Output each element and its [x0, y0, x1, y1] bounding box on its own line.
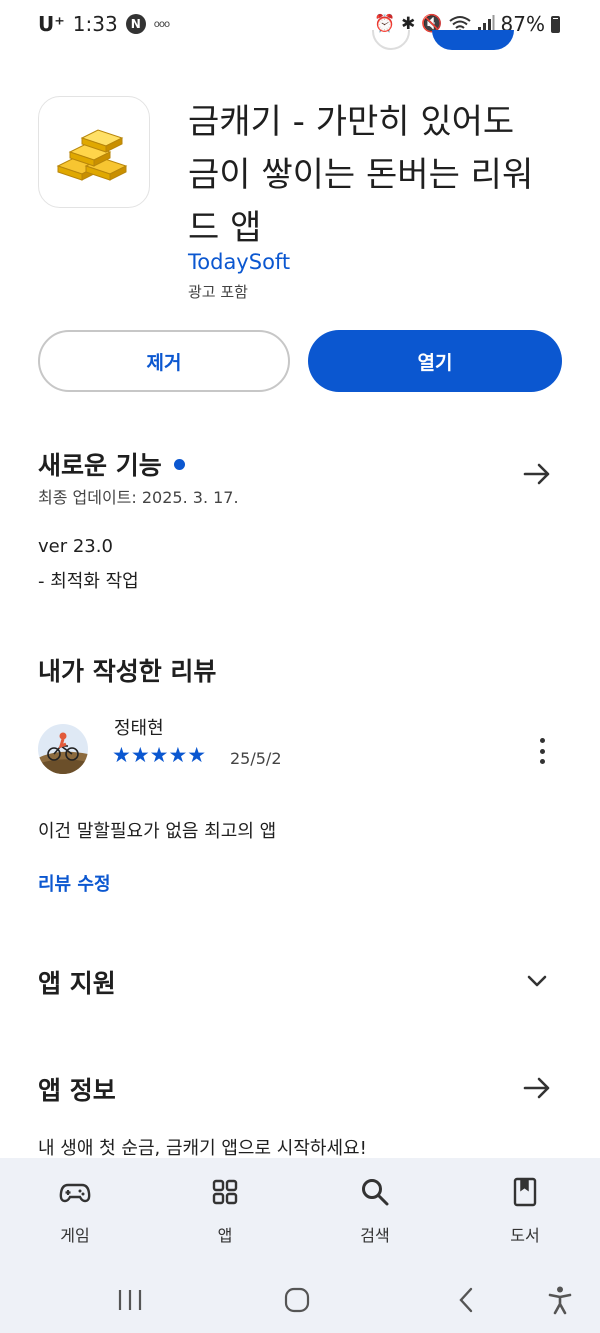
app-title-line: 드 앱: [188, 208, 262, 248]
book-icon: [513, 1177, 537, 1207]
app-support-header[interactable]: 앱 지원: [38, 964, 116, 1000]
whats-new-title: 새로운 기능: [38, 451, 162, 480]
top-toolbar-partial: [0, 30, 600, 50]
review-date: 25/5/2: [230, 749, 282, 768]
app-info-title: 앱 정보: [38, 1076, 116, 1105]
nav-item-search[interactable]: 검색: [325, 1176, 425, 1246]
review-text: 이건 말할필요가 없음 최고의 앱: [38, 821, 277, 842]
my-review-header: 내가 작성한 리뷰: [38, 652, 216, 688]
app-icon: [38, 96, 150, 208]
nav-label: 앱: [217, 1226, 233, 1245]
system-navigation-bar: [0, 1268, 600, 1333]
notification-more-icon: ooo: [153, 18, 170, 30]
open-button[interactable]: 열기: [308, 330, 562, 392]
version-text: ver 23.0: [38, 536, 113, 557]
account-avatar-partial[interactable]: [372, 30, 410, 50]
app-title-line: 금이 쌓이는 돈버는 리워: [188, 155, 534, 195]
edit-review-link[interactable]: 리뷰 수정: [38, 870, 111, 896]
nav-label: 도서: [510, 1226, 540, 1245]
contains-ads-label: 광고 포함: [188, 283, 248, 301]
cyclist-avatar-icon: [38, 724, 88, 774]
accessibility-icon[interactable]: [540, 1282, 580, 1318]
uninstall-button[interactable]: 제거: [38, 330, 290, 392]
developer-link[interactable]: TodaySoft: [188, 250, 290, 274]
nav-item-apps[interactable]: 앱: [175, 1176, 275, 1246]
nav-label: 게임: [60, 1226, 90, 1245]
chevron-down-icon[interactable]: [522, 966, 552, 996]
home-icon[interactable]: [277, 1282, 317, 1318]
app-title-line: 금캐기 - 가만히 있어도: [188, 102, 515, 142]
gold-bars-icon: [56, 129, 128, 181]
toolbar-button-partial[interactable]: [432, 30, 514, 50]
arrow-right-icon[interactable]: [522, 459, 552, 489]
reviewer-name: 정태현: [114, 718, 164, 739]
whats-new-header[interactable]: 새로운 기능: [38, 446, 185, 482]
search-icon: [362, 1179, 389, 1206]
back-icon[interactable]: [446, 1282, 486, 1318]
bottom-navigation: 게임 앱 검색 도서: [0, 1158, 600, 1268]
arrow-right-icon[interactable]: [522, 1073, 552, 1103]
more-options-icon[interactable]: [532, 736, 552, 766]
gamepad-icon: [59, 1183, 91, 1203]
star-rating: ★★★★★: [112, 743, 207, 767]
nav-item-books[interactable]: 도서: [475, 1176, 575, 1246]
nav-item-games[interactable]: 게임: [25, 1176, 125, 1246]
app-description: 내 생애 첫 순금, 금캐기 앱으로 시작하세요!: [38, 1138, 367, 1159]
nav-label: 검색: [360, 1226, 390, 1245]
new-indicator-dot: [173, 458, 185, 470]
my-review-title: 내가 작성한 리뷰: [38, 657, 217, 686]
app-support-title: 앱 지원: [38, 969, 116, 998]
release-note: - 최적화 작업: [38, 571, 139, 592]
recent-apps-icon[interactable]: [110, 1282, 150, 1318]
app-title: 금캐기 - 가만히 있어도 금이 쌓이는 돈버는 리워 드 앱: [188, 96, 568, 255]
app-info-header[interactable]: 앱 정보: [38, 1071, 116, 1107]
last-updated-label: 최종 업데이트: 2025. 3. 17.: [38, 488, 239, 507]
avatar: [38, 724, 88, 774]
apps-grid-icon: [212, 1179, 238, 1205]
